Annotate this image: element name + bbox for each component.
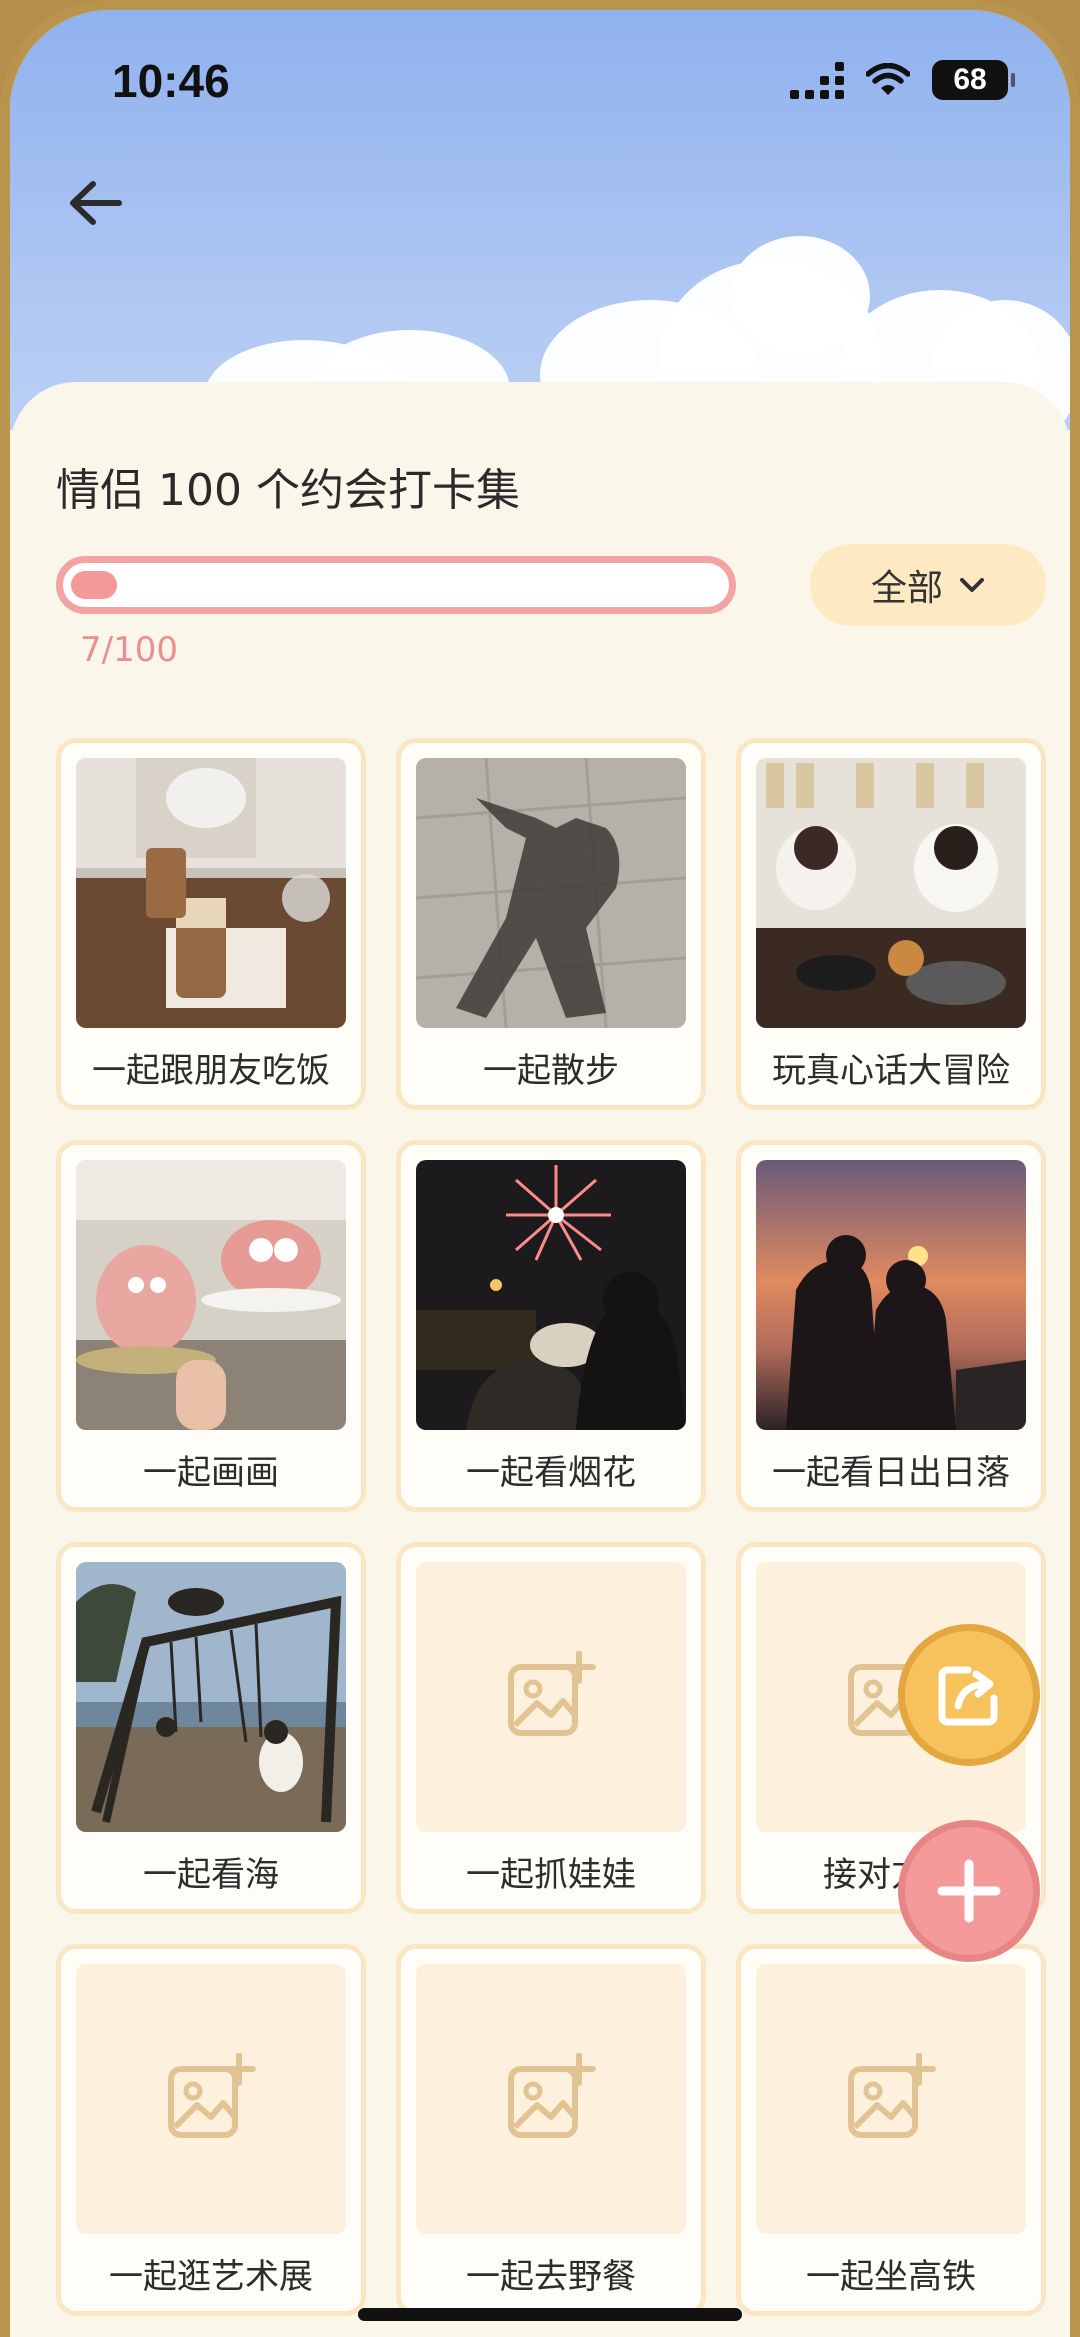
share-button[interactable] [898, 1624, 1040, 1766]
add-photo-placeholder[interactable] [416, 1964, 686, 2234]
home-indicator [358, 2308, 742, 2321]
checkin-card[interactable]: 一起坐高铁 [736, 1944, 1046, 2316]
checkin-label: 一起抓娃娃 [466, 1855, 636, 1895]
add-photo-placeholder[interactable] [76, 1964, 346, 2234]
checkin-photo [416, 758, 686, 1028]
checkin-label: 一起去野餐 [466, 2257, 636, 2297]
checkin-label: 一起看日出日落 [772, 1453, 1010, 1493]
battery-indicator: 68 [932, 60, 1015, 100]
checkin-card[interactable]: 玩真心话大冒险 [736, 738, 1046, 1110]
image-add-icon [508, 1651, 596, 1736]
checkin-card[interactable]: 一起跟朋友吃饭 [56, 738, 366, 1110]
filter-dropdown[interactable]: 全部 [810, 544, 1046, 626]
share-icon [938, 1666, 998, 1726]
checkin-photo [76, 758, 346, 1028]
checkin-label: 一起坐高铁 [806, 2257, 976, 2297]
image-add-icon [508, 2053, 596, 2138]
checkin-label: 一起散步 [483, 1051, 619, 1091]
screen: 10:46 68 情侣 100 个约会打卡集 7/100 全部 一起跟朋友吃饭 … [0, 0, 1080, 2337]
checkin-label: 一起看海 [143, 1855, 279, 1895]
checkin-label: 一起画画 [143, 1453, 279, 1493]
progress-count: 7/100 [80, 630, 178, 670]
checkin-card[interactable]: 一起去野餐 [396, 1944, 706, 2316]
checkin-photo [76, 1562, 346, 1832]
checkin-photo [416, 1160, 686, 1430]
checkin-label: 玩真心话大冒险 [772, 1051, 1010, 1091]
checkin-card[interactable]: 一起散步 [396, 738, 706, 1110]
checkin-card[interactable]: 一起看海 [56, 1542, 366, 1914]
progress-bar [56, 556, 736, 614]
checkin-photo [756, 1160, 1026, 1430]
add-photo-placeholder[interactable] [416, 1562, 686, 1832]
status-time: 10:46 [112, 55, 230, 107]
plus-icon [937, 1859, 1001, 1923]
add-photo-placeholder[interactable] [756, 1964, 1026, 2234]
chevron-down-icon [960, 578, 984, 592]
status-bar: 10:46 68 [10, 10, 1070, 150]
checkin-card[interactable]: 一起看烟花 [396, 1140, 706, 1512]
image-add-icon [168, 2053, 256, 2138]
checkin-card[interactable]: 一起看日出日落 [736, 1140, 1046, 1512]
cellular-signal-icon [790, 61, 844, 99]
progress-bar-fill [71, 571, 117, 599]
filter-label: 全部 [870, 568, 943, 609]
back-button[interactable] [60, 168, 130, 238]
checkin-photo [756, 758, 1026, 1028]
arrow-left-icon [70, 181, 122, 225]
checkin-card[interactable]: 一起逛艺术展 [56, 1944, 366, 2316]
checkin-card[interactable]: 一起画画 [56, 1140, 366, 1512]
image-add-icon [848, 2053, 936, 2138]
checkin-label: 一起看烟花 [466, 1453, 636, 1493]
checkin-photo [76, 1160, 346, 1430]
checkin-label: 一起逛艺术展 [109, 2257, 313, 2297]
status-icons: 68 [790, 60, 1015, 100]
checkin-label: 一起跟朋友吃饭 [92, 1051, 330, 1091]
add-button[interactable] [898, 1820, 1040, 1962]
page-title: 情侣 100 个约会打卡集 [56, 465, 520, 516]
checkin-card[interactable]: 一起抓娃娃 [396, 1542, 706, 1914]
wifi-icon [866, 63, 910, 95]
checkin-grid: 一起跟朋友吃饭 一起散步 玩真心话大冒险 一起画画 一起看烟花 一起看日出日落 一起看海 一起… [56, 738, 1046, 2316]
